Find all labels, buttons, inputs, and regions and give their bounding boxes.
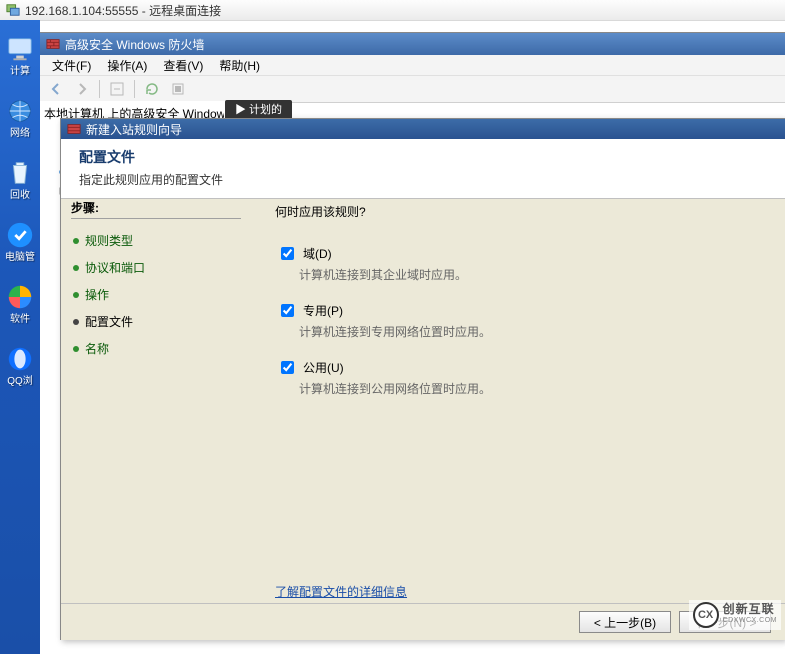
wizard-title-bar: 新建入站规则向导: [61, 119, 785, 139]
wizard-footer: < 上一步(B) 下一步(N) >: [61, 603, 785, 640]
profile-domain-checkbox[interactable]: [281, 247, 294, 260]
toolbar-export[interactable]: [166, 77, 190, 101]
watermark: CX 创新互联 CDXWCX.COM: [689, 600, 781, 630]
toolbar-back[interactable]: [44, 77, 68, 101]
desktop-icon-computer[interactable]: 计算: [2, 34, 38, 78]
profile-domain-desc: 计算机连接到其企业域时应用。: [299, 266, 761, 283]
toolbar-separator: [134, 80, 135, 98]
wizard-icon: [67, 122, 81, 136]
profile-public-desc: 计算机连接到公用网络位置时应用。: [299, 380, 761, 397]
desktop-icon-software[interactable]: 软件: [2, 282, 38, 326]
wizard-content: 何时应用该规则? 域(D) 计算机连接到其企业域时应用。 专用(P) 计算机连接…: [251, 187, 785, 604]
content-question: 何时应用该规则?: [275, 203, 761, 220]
firewall-title-bar: 高级安全 Windows 防火墙: [40, 33, 785, 55]
prev-button[interactable]: < 上一步(B): [579, 611, 671, 633]
rdp-icon: [6, 3, 20, 17]
wizard-header-subtitle: 指定此规则应用的配置文件: [79, 171, 767, 188]
desktop-icon-pcmgr[interactable]: 电脑管: [2, 220, 38, 264]
menu-action[interactable]: 操作(A): [99, 55, 155, 76]
tab-strip: ▶ 计划的: [225, 100, 292, 118]
profile-private: 专用(P) 计算机连接到专用网络位置时应用。: [275, 301, 761, 340]
wizard-title-text: 新建入站规则向导: [86, 121, 182, 138]
step-rule-type[interactable]: 规则类型: [71, 227, 241, 254]
toolbar-refresh[interactable]: [140, 77, 164, 101]
toolbar-separator: [99, 80, 100, 98]
profile-public: 公用(U) 计算机连接到公用网络位置时应用。: [275, 358, 761, 397]
menu-view[interactable]: 查看(V): [155, 55, 211, 76]
rdp-title-text: 192.168.1.104:55555 - 远程桌面连接: [25, 2, 221, 19]
firewall-icon: [46, 37, 60, 51]
menu-bar: 文件(F) 操作(A) 查看(V) 帮助(H): [40, 55, 785, 76]
menu-help[interactable]: 帮助(H): [211, 55, 268, 76]
steps-pane: 步骤: 规则类型 协议和端口 操作 配置文件 名称: [61, 187, 251, 604]
wizard-body: 步骤: 规则类型 协议和端口 操作 配置文件 名称 何时应用该规则? 域(D) …: [61, 187, 785, 604]
profile-domain: 域(D) 计算机连接到其企业域时应用。: [275, 244, 761, 283]
steps-title: 步骤:: [71, 199, 241, 216]
desktop-icon-network[interactable]: 网络: [2, 96, 38, 140]
profile-public-label[interactable]: 公用(U): [277, 358, 761, 377]
watermark-text: 创新互联: [723, 604, 777, 615]
desktop-background: 计算 网络 回收 电脑管 软件 QQ浏: [0, 20, 40, 654]
menu-file[interactable]: 文件(F): [44, 55, 99, 76]
watermark-url: CDXWCX.COM: [723, 615, 777, 626]
wizard-dialog: 新建入站规则向导 配置文件 指定此规则应用的配置文件 步骤: 规则类型 协议和端…: [60, 118, 785, 640]
separator: [71, 218, 241, 219]
desktop-icon-qqbrowser[interactable]: QQ浏: [2, 344, 38, 388]
wizard-header-title: 配置文件: [79, 147, 767, 167]
toolbar-action[interactable]: [105, 77, 129, 101]
profile-private-checkbox[interactable]: [281, 304, 294, 317]
step-name[interactable]: 名称: [71, 335, 241, 362]
toolbar-forward[interactable]: [70, 77, 94, 101]
firewall-title-text: 高级安全 Windows 防火墙: [65, 36, 204, 53]
watermark-logo: CX: [693, 602, 719, 628]
step-profile[interactable]: 配置文件: [71, 308, 241, 335]
profile-public-checkbox[interactable]: [281, 361, 294, 374]
desktop-icon-recycle[interactable]: 回收: [2, 158, 38, 202]
profile-private-label[interactable]: 专用(P): [277, 301, 761, 320]
tab[interactable]: ▶ 计划的: [225, 100, 292, 118]
rdp-title-bar: 192.168.1.104:55555 - 远程桌面连接: [0, 0, 785, 21]
step-protocol[interactable]: 协议和端口: [71, 254, 241, 281]
learn-more-link[interactable]: 了解配置文件的详细信息: [275, 583, 407, 600]
toolbar: [40, 76, 785, 103]
step-action[interactable]: 操作: [71, 281, 241, 308]
profile-private-desc: 计算机连接到专用网络位置时应用。: [299, 323, 761, 340]
profile-domain-label[interactable]: 域(D): [277, 244, 761, 263]
